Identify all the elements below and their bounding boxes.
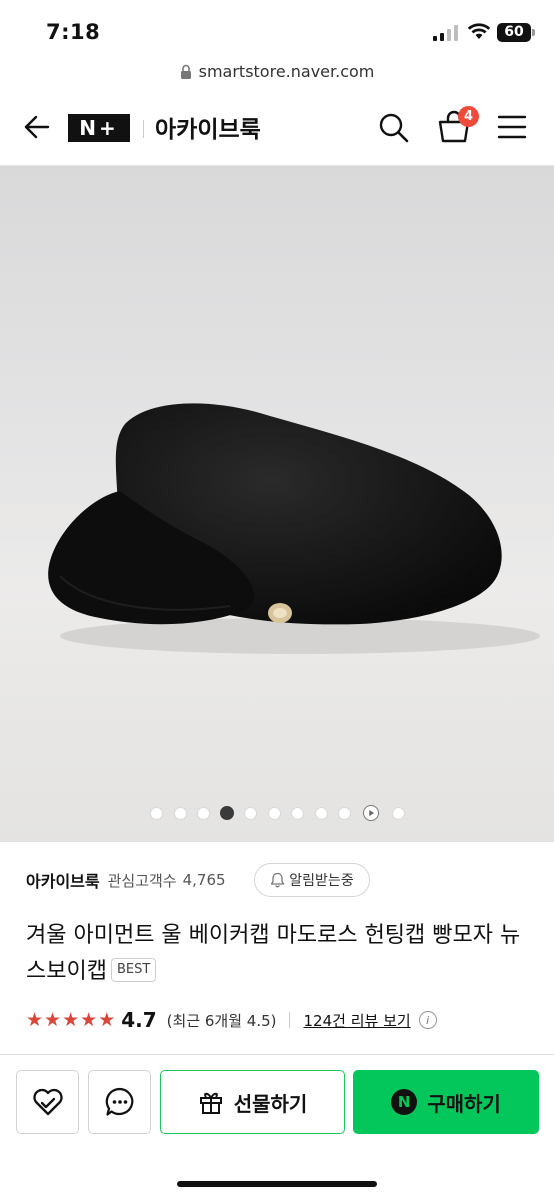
gallery-dot[interactable] (150, 807, 163, 820)
gallery-dot[interactable] (291, 807, 304, 820)
battery-level: 60 (497, 23, 531, 42)
gallery-dot[interactable] (315, 807, 328, 820)
star-icon: ★ (98, 1009, 116, 1031)
buy-button[interactable]: N 구매하기 (353, 1070, 539, 1134)
gift-label: 선물하기 (233, 1091, 308, 1116)
back-arrow-icon[interactable] (20, 112, 50, 142)
address-bar[interactable]: smartstore.naver.com (0, 54, 554, 88)
rating-stars: ★ ★ ★ ★ ★ (26, 1010, 115, 1030)
header-divider (143, 120, 144, 138)
naverpay-n-icon: N (391, 1089, 418, 1115)
gallery-dot[interactable] (197, 807, 210, 820)
star-icon: ★ (80, 1009, 98, 1031)
home-indicator (177, 1181, 377, 1187)
star-icon: ★ (62, 1009, 80, 1031)
gift-icon (199, 1092, 222, 1114)
product-image[interactable] (0, 166, 554, 842)
store-header: N+ 아카이브룩 (0, 90, 554, 166)
lock-icon (180, 64, 191, 79)
info-icon[interactable]: i (418, 1011, 437, 1029)
star-icon: ★ (44, 1009, 62, 1031)
store-title[interactable]: 아카이브룩 (155, 110, 261, 144)
beret-photo (0, 166, 554, 842)
status-bar: 7:18 60 (0, 0, 554, 54)
rating-row: ★ ★ ★ ★ ★ 4.7 (최근 6개월 4.5) 124건 리뷰 보기 i (26, 1006, 437, 1034)
talktalk-chat-button[interactable] (88, 1070, 151, 1134)
recent-rating: (최근 6개월 4.5) (166, 1011, 277, 1030)
cellular-signal-icon (433, 25, 458, 41)
cart-count-badge: 4 (458, 106, 479, 127)
gift-button[interactable]: 선물하기 (160, 1070, 345, 1134)
rating-divider (288, 1012, 290, 1028)
heart-icon (32, 1088, 63, 1116)
wishlist-button[interactable] (16, 1070, 79, 1134)
wifi-icon (467, 23, 491, 39)
alert-label: 알림받는중 (289, 873, 354, 889)
hamburger-menu-icon[interactable] (497, 114, 527, 140)
gallery-dot-active[interactable] (220, 806, 234, 820)
best-badge: BEST (110, 958, 157, 982)
gallery-dot[interactable] (392, 807, 405, 820)
bell-icon (271, 872, 285, 888)
interest-label: 관심고객수 (107, 871, 177, 890)
gallery-dot[interactable] (244, 807, 257, 820)
product-title-text: 겨울 아미먼트 울 베이커캡 마도로스 헌팅캡 빵모자 뉴스보이캡 (26, 923, 521, 984)
buy-label: 구매하기 (427, 1091, 501, 1116)
naver-plus-logo[interactable]: N+ (68, 114, 130, 142)
status-time: 7:18 (46, 20, 101, 44)
gallery-dot[interactable] (174, 807, 187, 820)
chat-bubble-icon (105, 1087, 133, 1116)
bottom-divider (0, 1054, 554, 1055)
search-icon[interactable] (378, 112, 410, 144)
rating-score: 4.7 (121, 1008, 157, 1032)
interest-count: 4,765 (182, 871, 226, 889)
store-info-row: 아카이브룩 관심고객수 4,765 (26, 862, 226, 898)
video-play-icon[interactable] (363, 805, 379, 821)
star-icon: ★ (26, 1009, 44, 1031)
battery-indicator: 60 (497, 23, 535, 42)
gallery-dot[interactable] (268, 807, 281, 820)
url-text: smartstore.naver.com (198, 61, 375, 81)
product-title: 겨울 아미먼트 울 베이커캡 마도로스 헌팅캡 빵모자 뉴스보이캡 BEST (26, 918, 536, 990)
battery-nub (532, 29, 535, 36)
gallery-dot[interactable] (338, 807, 351, 820)
store-name-link[interactable]: 아카이브룩 (26, 868, 100, 892)
review-link[interactable]: 124건 리뷰 보기 (304, 1010, 411, 1031)
notification-toggle-button[interactable]: 알림받는중 (254, 863, 370, 897)
gallery-pagination[interactable] (0, 805, 554, 821)
